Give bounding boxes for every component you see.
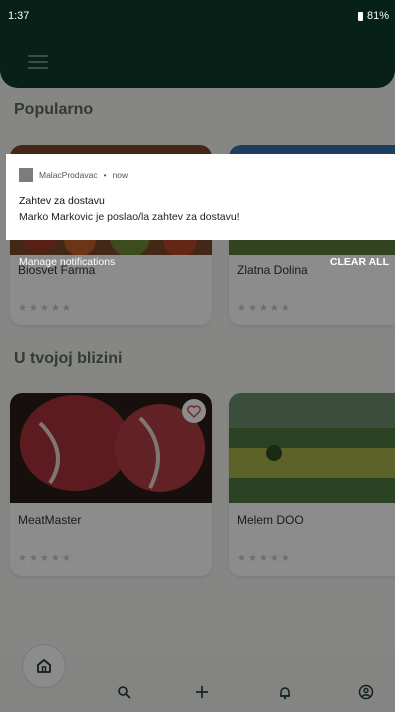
notification-app-name: MalacProdavac [39, 170, 98, 180]
notification-card[interactable]: MalacProdavac • now Zahtev za dostavu Ma… [6, 154, 395, 240]
status-time: 1:37 [8, 10, 30, 22]
notification-header: MalacProdavac • now [19, 168, 128, 182]
notification-shade-scrim [0, 0, 395, 712]
notification-time: now [112, 170, 129, 180]
notification-body: Marko Markovic je poslao/la zahtev za do… [19, 211, 240, 223]
notification-shade-actions: Manage notifications CLEAR ALL [0, 256, 395, 272]
manage-notifications-button[interactable]: Manage notifications [19, 256, 115, 268]
app-icon [19, 168, 33, 182]
battery-icon [357, 11, 363, 21]
battery-level: 81% [366, 10, 389, 22]
status-bar: 1:37 81% [0, 0, 395, 34]
clear-all-button[interactable]: CLEAR ALL [330, 256, 389, 268]
notification-title: Zahtev za dostavu [19, 195, 105, 207]
battery-indicator: 81% [357, 10, 389, 22]
